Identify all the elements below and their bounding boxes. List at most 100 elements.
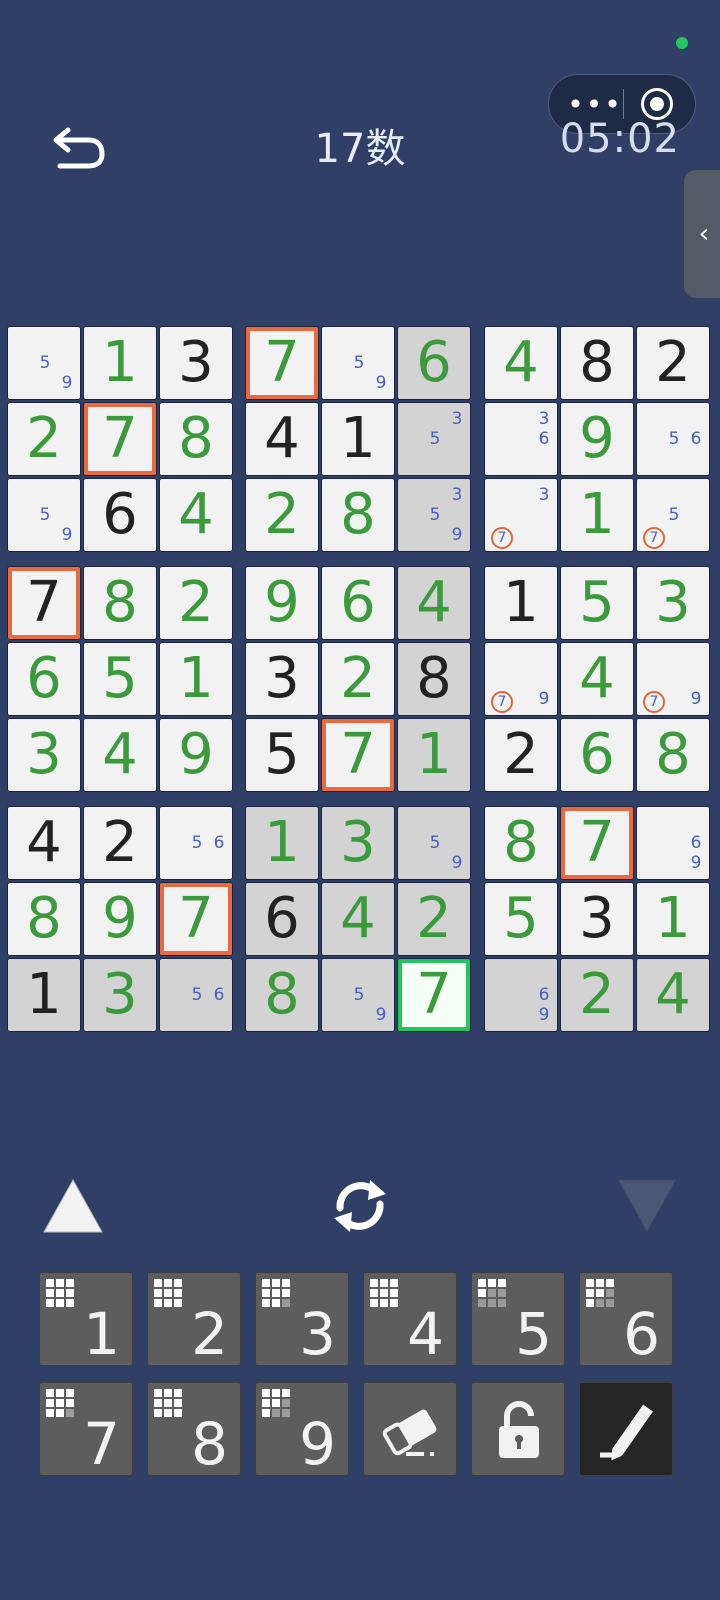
sudoku-cell-r4c5[interactable]: 6 [321,566,395,640]
sudoku-cell-r8c4[interactable]: 6 [245,882,319,956]
sudoku-cell-r4c6[interactable]: 4 [397,566,471,640]
sudoku-cell-r1c8[interactable]: 8 [560,326,634,400]
sudoku-cell-r5c2[interactable]: 5 [83,642,157,716]
sudoku-cell-r8c9[interactable]: 1 [636,882,710,956]
sudoku-cell-r3c9[interactable]: 57 [636,478,710,552]
sudoku-cell-r9c8[interactable]: 2 [560,958,634,1032]
key-digit-1[interactable]: 1 [39,1272,133,1366]
sudoku-cell-r5c1[interactable]: 6 [7,642,81,716]
sudoku-cell-r8c2[interactable]: 9 [83,882,157,956]
eraser-button[interactable] [363,1382,457,1476]
sudoku-cell-r2c3[interactable]: 8 [159,402,233,476]
sudoku-cell-r1c1[interactable]: 59 [7,326,81,400]
sudoku-cell-r6c6[interactable]: 1 [397,718,471,792]
sudoku-cell-r5c5[interactable]: 2 [321,642,395,716]
sudoku-cell-r3c1[interactable]: 59 [7,478,81,552]
sudoku-cell-r5c7[interactable]: 79 [484,642,558,716]
key-digit-5[interactable]: 5 [471,1272,565,1366]
key-digit-4[interactable]: 4 [363,1272,457,1366]
key-digit-6[interactable]: 6 [579,1272,673,1366]
key-digit-7[interactable]: 7 [39,1382,133,1476]
sudoku-cell-r7c7[interactable]: 8 [484,806,558,880]
sudoku-cell-r2c2[interactable]: 7 [83,402,157,476]
sudoku-cell-r7c6[interactable]: 59 [397,806,471,880]
cell-value: 2 [503,722,539,787]
sudoku-cell-r3c5[interactable]: 8 [321,478,395,552]
sudoku-cell-r8c7[interactable]: 5 [484,882,558,956]
sudoku-cell-r8c6[interactable]: 2 [397,882,471,956]
sudoku-cell-r8c3[interactable]: 7 [159,882,233,956]
sudoku-cell-r2c1[interactable]: 2 [7,402,81,476]
sudoku-cell-r4c7[interactable]: 1 [484,566,558,640]
sudoku-cell-r1c5[interactable]: 59 [321,326,395,400]
sudoku-cell-r9c5[interactable]: 59 [321,958,395,1032]
sudoku-cell-r3c2[interactable]: 6 [83,478,157,552]
sudoku-cell-r3c3[interactable]: 4 [159,478,233,552]
sudoku-cell-r5c9[interactable]: 79 [636,642,710,716]
sudoku-cell-r4c2[interactable]: 8 [83,566,157,640]
sudoku-cell-r5c4[interactable]: 3 [245,642,319,716]
sudoku-cell-r2c6[interactable]: 35 [397,402,471,476]
sudoku-cell-r5c6[interactable]: 8 [397,642,471,716]
sudoku-cell-r1c2[interactable]: 1 [83,326,157,400]
sudoku-cell-r7c5[interactable]: 3 [321,806,395,880]
sudoku-cell-r6c4[interactable]: 5 [245,718,319,792]
triangle-down-icon[interactable] [614,1176,680,1236]
sudoku-cell-r9c2[interactable]: 3 [83,958,157,1032]
key-digit-2[interactable]: 2 [147,1272,241,1366]
sudoku-cell-r2c5[interactable]: 1 [321,402,395,476]
lock-button[interactable] [471,1382,565,1476]
note-digit: 5 [668,429,680,449]
sudoku-cell-r3c7[interactable]: 37 [484,478,558,552]
sudoku-cell-r4c1[interactable]: 7 [7,566,81,640]
sudoku-cell-r7c9[interactable]: 69 [636,806,710,880]
sudoku-cell-r7c1[interactable]: 4 [7,806,81,880]
sudoku-cell-r1c6[interactable]: 6 [397,326,471,400]
triangle-up-icon[interactable] [40,1176,106,1236]
sudoku-cell-r1c9[interactable]: 2 [636,326,710,400]
sudoku-cell-r9c9[interactable]: 4 [636,958,710,1032]
side-drawer-tab[interactable]: ‹ [684,170,720,298]
sudoku-cell-r7c3[interactable]: 56 [159,806,233,880]
sudoku-cell-r6c5[interactable]: 7 [321,718,395,792]
sudoku-cell-r6c7[interactable]: 2 [484,718,558,792]
sudoku-cell-r1c3[interactable]: 3 [159,326,233,400]
pencil-button[interactable] [579,1382,673,1476]
sudoku-cell-r1c7[interactable]: 4 [484,326,558,400]
sudoku-cell-r7c8[interactable]: 7 [560,806,634,880]
sudoku-cell-r5c3[interactable]: 1 [159,642,233,716]
refresh-icon[interactable] [326,1172,394,1240]
sudoku-cell-r7c4[interactable]: 1 [245,806,319,880]
sudoku-cell-r8c1[interactable]: 8 [7,882,81,956]
sudoku-cell-r6c8[interactable]: 6 [560,718,634,792]
sudoku-cell-r6c1[interactable]: 3 [7,718,81,792]
sudoku-cell-r3c6[interactable]: 359 [397,478,471,552]
sudoku-cell-r2c9[interactable]: 56 [636,402,710,476]
sudoku-cell-r8c8[interactable]: 3 [560,882,634,956]
sudoku-cell-r2c8[interactable]: 9 [560,402,634,476]
sudoku-cell-r4c8[interactable]: 5 [560,566,634,640]
sudoku-cell-r6c3[interactable]: 9 [159,718,233,792]
sudoku-cell-r2c7[interactable]: 36 [484,402,558,476]
back-icon[interactable] [52,122,108,172]
sudoku-cell-r4c3[interactable]: 2 [159,566,233,640]
sudoku-cell-r7c2[interactable]: 2 [83,806,157,880]
sudoku-cell-r9c3[interactable]: 56 [159,958,233,1032]
sudoku-cell-r3c8[interactable]: 1 [560,478,634,552]
sudoku-cell-r4c4[interactable]: 9 [245,566,319,640]
sudoku-cell-r1c4[interactable]: 7 [245,326,319,400]
sudoku-cell-r2c4[interactable]: 4 [245,402,319,476]
sudoku-cell-r9c4[interactable]: 8 [245,958,319,1032]
sudoku-cell-r6c9[interactable]: 8 [636,718,710,792]
sudoku-cell-r6c2[interactable]: 4 [83,718,157,792]
sudoku-cell-r4c9[interactable]: 3 [636,566,710,640]
sudoku-cell-r8c5[interactable]: 4 [321,882,395,956]
sudoku-cell-r5c8[interactable]: 4 [560,642,634,716]
key-digit-3[interactable]: 3 [255,1272,349,1366]
sudoku-cell-r9c6[interactable]: 7 [397,958,471,1032]
key-digit-9[interactable]: 9 [255,1382,349,1476]
sudoku-cell-r9c1[interactable]: 1 [7,958,81,1032]
key-digit-8[interactable]: 8 [147,1382,241,1476]
sudoku-cell-r3c4[interactable]: 2 [245,478,319,552]
sudoku-cell-r9c7[interactable]: 69 [484,958,558,1032]
